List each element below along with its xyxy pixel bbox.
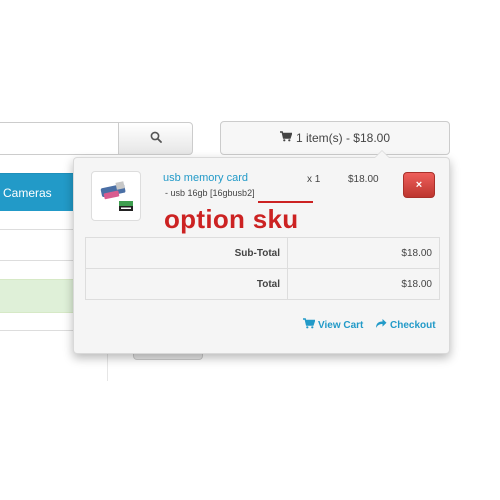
subtotal-value: $18.00 [287,237,440,269]
view-cart-label: View Cart [318,319,364,331]
share-arrow-icon [375,318,387,332]
list-item[interactable] [0,313,74,331]
table-row: Sub-Total $18.00 [85,237,440,269]
remove-item-button[interactable]: × [403,172,435,198]
totals-table: Sub-Total $18.00 Total $18.00 [85,237,440,300]
option-sku-annotation: option sku [164,204,299,234]
list-item-success[interactable] [0,279,74,313]
shopping-cart-icon [303,318,316,332]
subtotal-label: Sub-Total [85,237,288,269]
total-value: $18.00 [287,268,440,300]
total-label: Total [85,268,288,300]
sku-highlight-underline [258,201,313,203]
search-icon [150,130,162,148]
dropdown-caret [374,150,390,158]
list-item[interactable] [0,229,74,261]
view-cart-link[interactable]: View Cart [303,318,363,332]
nav-item-label: Cameras [3,185,52,200]
item-price: $18.00 [348,174,379,185]
cart-button-label: 1 item(s) - $18.00 [295,131,391,145]
checkout-link[interactable]: Checkout [375,318,436,332]
remove-icon: × [415,179,423,191]
product-thumbnail[interactable] [91,171,141,221]
item-quantity: x 1 [307,174,321,185]
search-button[interactable] [118,122,193,155]
table-row: Total $18.00 [85,268,440,300]
usb-card-image [95,175,137,217]
checkout-label: Checkout [390,319,436,331]
nav-item-cameras[interactable]: Cameras [0,173,74,211]
cart-dropdown: usb memory card - usb 16gb [16gbusb2] x … [73,150,450,354]
search-input[interactable] [0,122,120,155]
shopping-cart-icon [279,131,293,145]
product-option: - usb 16gb [16gbusb2] [165,188,255,198]
product-name-link[interactable]: usb memory card [163,172,248,184]
cart-button[interactable]: 1 item(s) - $18.00 [220,121,450,155]
